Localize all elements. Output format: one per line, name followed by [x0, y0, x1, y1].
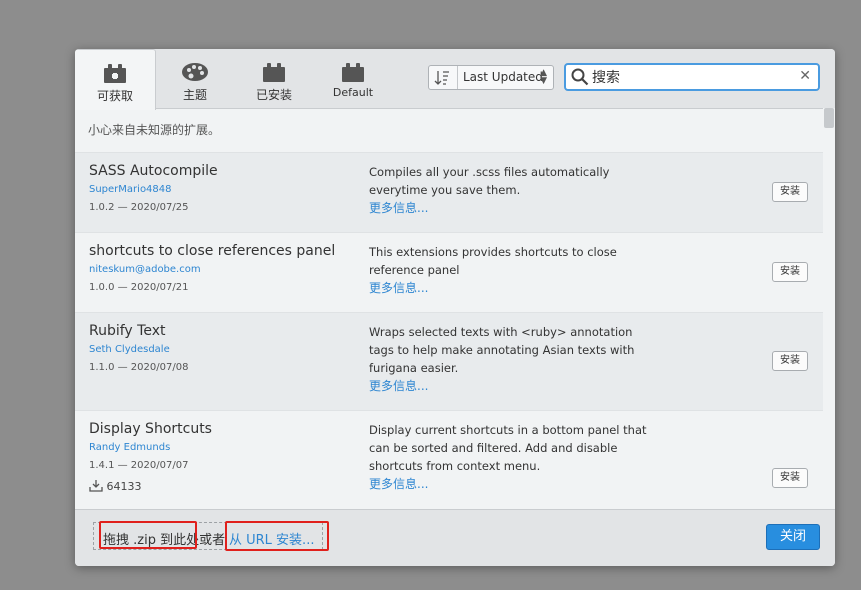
chevron-updown-icon: ▲ ▼	[540, 68, 547, 86]
extension-version: 1.4.1 — 2020/07/07	[89, 460, 189, 471]
highlight-box	[99, 521, 197, 549]
scrollbar-thumb[interactable]	[824, 108, 834, 128]
extension-description: This extensions provides shortcuts to cl…	[369, 243, 659, 297]
install-button[interactable]: 安装	[772, 351, 808, 371]
palette-icon	[181, 62, 209, 85]
extension-description: Wraps selected texts with <ruby> annotat…	[369, 323, 659, 395]
list-item: Display Shortcuts Randy Edmunds 1.4.1 — …	[75, 410, 823, 509]
tab-label: Default	[332, 86, 374, 99]
tab-label: 已安装	[255, 88, 292, 102]
search-input[interactable]	[592, 67, 792, 87]
more-info-link[interactable]: 更多信息...	[369, 475, 659, 493]
extension-author[interactable]: Seth Clydesdale	[89, 344, 170, 355]
tab-label: 主题	[182, 88, 207, 102]
extension-name: Display Shortcuts	[89, 421, 212, 437]
extension-name: SASS Autocompile	[89, 163, 218, 179]
extension-version: 1.0.0 — 2020/07/21	[89, 282, 189, 293]
extension-description: Compiles all your .scss files automatica…	[369, 163, 659, 217]
highlight-box	[225, 521, 329, 551]
extension-description: Display current shortcuts in a bottom pa…	[369, 421, 659, 493]
puzzle-icon	[341, 62, 365, 85]
description-text: Compiles all your .scss files automatica…	[369, 165, 610, 197]
list-item: Rubify Text Seth Clydesdale 1.1.0 — 2020…	[75, 312, 823, 410]
description-text: This extensions provides shortcuts to cl…	[369, 245, 617, 277]
sort-dropdown[interactable]: Last Updated ▲ ▼	[428, 65, 554, 90]
unknown-source-warning: 小心来自未知源的扩展。	[88, 123, 221, 137]
download-count-value: 64133	[106, 480, 142, 493]
tab-default[interactable]: Default	[313, 49, 393, 108]
sort-icon	[429, 66, 458, 89]
sort-label: Last Updated	[463, 70, 543, 84]
extension-author[interactable]: Randy Edmunds	[89, 442, 170, 453]
more-info-link[interactable]: 更多信息...	[369, 199, 659, 217]
extension-version: 1.1.0 — 2020/07/08	[89, 362, 189, 373]
description-text: Display current shortcuts in a bottom pa…	[369, 423, 647, 473]
more-info-link[interactable]: 更多信息...	[369, 279, 659, 297]
close-button[interactable]: 关闭	[766, 524, 820, 550]
puzzle-icon	[103, 63, 127, 86]
extension-name: Rubify Text	[89, 323, 166, 339]
list-item: shortcuts to close references panel nite…	[75, 232, 823, 312]
extension-manager-dialog: 可获取 主题 已安装 Default Last Updated ▲ ▼ 搜索 ✕…	[75, 49, 835, 566]
tab-available[interactable]: 可获取	[75, 49, 156, 110]
list-item: SASS Autocompile SuperMario4848 1.0.2 — …	[75, 152, 823, 232]
extension-name: shortcuts to close references panel	[89, 243, 336, 259]
more-info-link[interactable]: 更多信息...	[369, 377, 659, 395]
extension-author[interactable]: niteskum@adobe.com	[89, 264, 201, 275]
download-icon	[89, 480, 103, 492]
search-icon	[571, 68, 589, 90]
extension-author[interactable]: SuperMario4848	[89, 184, 172, 195]
description-text: Wraps selected texts with <ruby> annotat…	[369, 325, 635, 375]
download-count: 64133	[89, 479, 142, 493]
dialog-header: 可获取 主题 已安装 Default Last Updated ▲ ▼ 搜索 ✕	[75, 49, 835, 110]
close-icon[interactable]: ✕	[799, 68, 811, 84]
extension-list: SASS Autocompile SuperMario4848 1.0.2 — …	[75, 152, 823, 509]
puzzle-icon	[262, 62, 286, 85]
install-button[interactable]: 安装	[772, 182, 808, 202]
extension-version: 1.0.2 — 2020/07/25	[89, 202, 189, 213]
dialog-footer: 拖拽 .zip 到此处或者 从 URL 安装... 关闭	[75, 509, 835, 566]
tab-installed[interactable]: 已安装	[235, 49, 313, 108]
install-button[interactable]: 安装	[772, 468, 808, 488]
tab-themes[interactable]: 主题	[155, 49, 235, 108]
scrollbar-track[interactable]	[823, 108, 835, 509]
search-box[interactable]: ✕	[564, 63, 820, 91]
tab-label: 可获取	[96, 89, 133, 103]
install-button[interactable]: 安装	[772, 262, 808, 282]
